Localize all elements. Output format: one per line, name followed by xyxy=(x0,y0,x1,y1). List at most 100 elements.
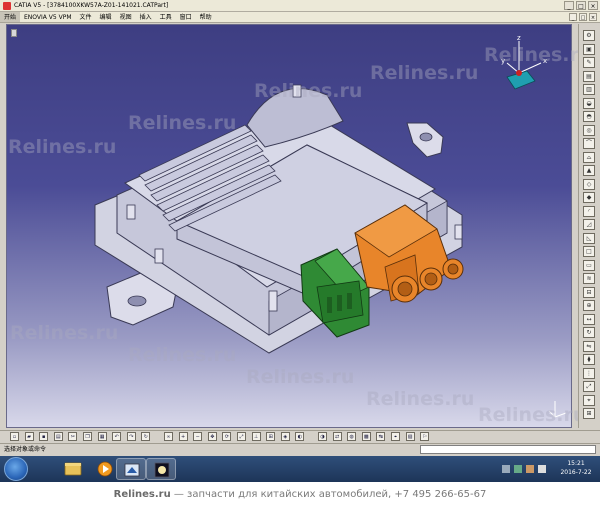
menu-view[interactable]: 视图 xyxy=(116,12,136,22)
menu-help[interactable]: 帮助 xyxy=(196,12,216,22)
material-icon[interactable]: ▩ xyxy=(361,432,371,441)
mount-hole xyxy=(127,295,147,307)
command-input[interactable] xyxy=(420,445,596,454)
window-controls: _ □ × xyxy=(564,1,598,10)
pocket-icon[interactable]: ▥ xyxy=(583,84,595,95)
scale-icon[interactable]: ⤢ xyxy=(583,381,595,392)
image-viewer-task-icon[interactable] xyxy=(146,458,176,480)
measure-icon[interactable]: ⌖ xyxy=(583,394,595,406)
zoom-out-icon[interactable]: − xyxy=(193,432,203,441)
undo-icon[interactable]: ↶ xyxy=(112,432,122,441)
paste-icon[interactable]: ▦ xyxy=(97,432,107,441)
menu-file[interactable]: 文件 xyxy=(76,12,96,22)
clock-time: 15:21 xyxy=(567,460,585,467)
symmetry-icon[interactable]: ⇋ xyxy=(583,340,595,352)
zoom-in-icon[interactable]: + xyxy=(178,432,188,441)
rotate-view-icon[interactable]: ⟳ xyxy=(222,432,232,441)
copy-icon[interactable]: ❐ xyxy=(83,432,92,441)
part-body-icon[interactable]: ▣ xyxy=(583,43,595,55)
pad-icon[interactable]: ▤ xyxy=(583,70,595,82)
compass-y-label: y xyxy=(501,57,505,65)
mirror-icon[interactable]: ⧫ xyxy=(583,354,595,365)
clock-date: 2016-7-22 xyxy=(560,469,592,476)
doc-restore-button[interactable]: □ xyxy=(579,13,587,21)
3d-viewport[interactable]: z x y xyxy=(6,24,572,428)
redo-icon[interactable]: ↷ xyxy=(126,432,136,441)
catia-task-icon[interactable] xyxy=(116,458,146,480)
thread-icon[interactable]: ≋ xyxy=(583,273,595,284)
open-icon[interactable]: ▰ xyxy=(24,432,34,441)
status-bar: 选择对象或命令 xyxy=(0,443,600,455)
menu-enovia[interactable]: ENOVIA V5 VPM xyxy=(20,12,76,22)
ecu-model[interactable] xyxy=(7,25,572,428)
loft-icon[interactable]: ◇ xyxy=(583,178,595,190)
window-title: CATIA V5 - [3784100XKW57A-Z01-141021.CAT… xyxy=(14,2,169,9)
fillet-icon[interactable]: ◜ xyxy=(583,205,595,217)
footer-brand: Relines.ru xyxy=(113,489,171,500)
stiffener-icon[interactable]: ▲ xyxy=(583,165,595,176)
windows-taskbar: 15:21 2016-7-22 xyxy=(0,456,600,482)
knowledge-icon[interactable]: ⚐ xyxy=(420,432,430,441)
status-message: 选择对象或命令 xyxy=(4,446,47,453)
thickness-icon[interactable]: ▭ xyxy=(583,259,595,271)
system-tray[interactable] xyxy=(500,461,550,475)
doc-minimize-button[interactable]: _ xyxy=(569,13,577,21)
catia-app-icon xyxy=(3,2,11,10)
menu-window[interactable]: 窗口 xyxy=(176,12,196,22)
menu-bar: 开始 ENOVIA V5 VPM 文件 编辑 视图 插入 工具 窗口 帮助 _ … xyxy=(0,12,600,23)
menu-start[interactable]: 开始 xyxy=(0,12,21,22)
compass-z-label: z xyxy=(517,34,521,42)
chamfer-icon[interactable]: ◿ xyxy=(583,219,595,230)
rotate-icon[interactable]: ↻ xyxy=(583,327,595,338)
draft-icon[interactable]: ◺ xyxy=(583,232,595,244)
slot-icon[interactable]: ⌓ xyxy=(583,151,595,163)
groove-icon[interactable]: ◓ xyxy=(583,111,595,122)
translate-icon[interactable]: ↔ xyxy=(583,313,595,325)
close-button[interactable]: × xyxy=(588,1,598,10)
compass-icon[interactable]: z x y xyxy=(497,33,557,103)
pan-icon[interactable]: ✥ xyxy=(207,432,217,441)
hide-show-icon[interactable]: ◑ xyxy=(318,432,327,441)
start-button[interactable] xyxy=(4,457,28,481)
taskbar-clock[interactable]: 15:21 2016-7-22 xyxy=(554,459,598,477)
menu-insert[interactable]: 插入 xyxy=(136,12,156,22)
sketch-icon[interactable]: ✎ xyxy=(583,57,595,68)
render-icon[interactable]: ◍ xyxy=(347,432,357,441)
swap-icon[interactable]: ⇄ xyxy=(332,432,342,441)
bottom-toolbar: ▫ ▰ ▪ ▤ ✂ ❐ ▦ ↶ ↷ ↻ ∞ + − ✥ ⟳ ⤢ ⊥ ⊞ ◈ ◐ ◑ ⇄ ◍ ▩ ↹ ⌖ ▧ ⚐ xyxy=(0,430,600,442)
minimize-button[interactable]: _ xyxy=(564,1,574,10)
explorer-task-icon[interactable] xyxy=(58,458,88,480)
analysis-icon[interactable]: ⊞ xyxy=(583,408,595,419)
fit-all-icon[interactable]: ⤢ xyxy=(237,432,246,441)
link-icon[interactable]: ∞ xyxy=(164,432,173,441)
document-controls: _ □ × xyxy=(569,12,600,22)
normal-view-icon[interactable]: ⊥ xyxy=(251,432,261,441)
menu-tools[interactable]: 工具 xyxy=(156,12,176,22)
new-icon[interactable]: ▫ xyxy=(10,432,19,441)
save-icon[interactable]: ▪ xyxy=(39,432,49,441)
boolean-icon[interactable]: ⊕ xyxy=(583,300,595,311)
measure-between-icon[interactable]: ↹ xyxy=(376,432,386,441)
multi-view-icon[interactable]: ⊞ xyxy=(266,432,276,441)
axis-triad-icon xyxy=(548,401,567,418)
maximize-button[interactable]: □ xyxy=(576,1,586,10)
measure-item-icon[interactable]: ⌖ xyxy=(391,432,400,441)
right-toolbar: ⚙ ▣ ✎ ▤ ▥ ◒ ◓ ◎ ⌒ ⌓ ▲ ◇ ◆ ◜ ◿ ◺ □ ▭ ≋ ⊟ ⊕ ↔ ↻ ⇋ ⧫ ⋮ ⤢ ⌖ ⊞ xyxy=(578,24,600,428)
remove-face-icon[interactable]: ⊟ xyxy=(583,286,595,298)
pattern-icon[interactable]: ⋮ xyxy=(583,367,595,379)
doc-close-button[interactable]: × xyxy=(589,13,597,21)
iso-view-icon[interactable]: ◈ xyxy=(280,432,290,441)
catalog-icon[interactable]: ▧ xyxy=(405,432,415,441)
print-icon[interactable]: ▤ xyxy=(53,432,63,441)
remove-loft-icon[interactable]: ◆ xyxy=(583,192,595,203)
rib-icon[interactable]: ⌒ xyxy=(583,138,595,149)
shell-icon[interactable]: □ xyxy=(583,246,595,257)
shaft-icon[interactable]: ◒ xyxy=(583,97,595,109)
catia-window: CATIA V5 - [3784100XKW57A-Z01-141021.CAT… xyxy=(0,0,600,482)
update-icon[interactable]: ↻ xyxy=(141,432,151,441)
settings-icon[interactable]: ⚙ xyxy=(583,30,595,41)
shading-icon[interactable]: ◐ xyxy=(295,432,305,441)
hole-icon[interactable]: ◎ xyxy=(583,124,595,136)
cut-icon[interactable]: ✂ xyxy=(68,432,78,441)
menu-edit[interactable]: 编辑 xyxy=(96,12,116,22)
